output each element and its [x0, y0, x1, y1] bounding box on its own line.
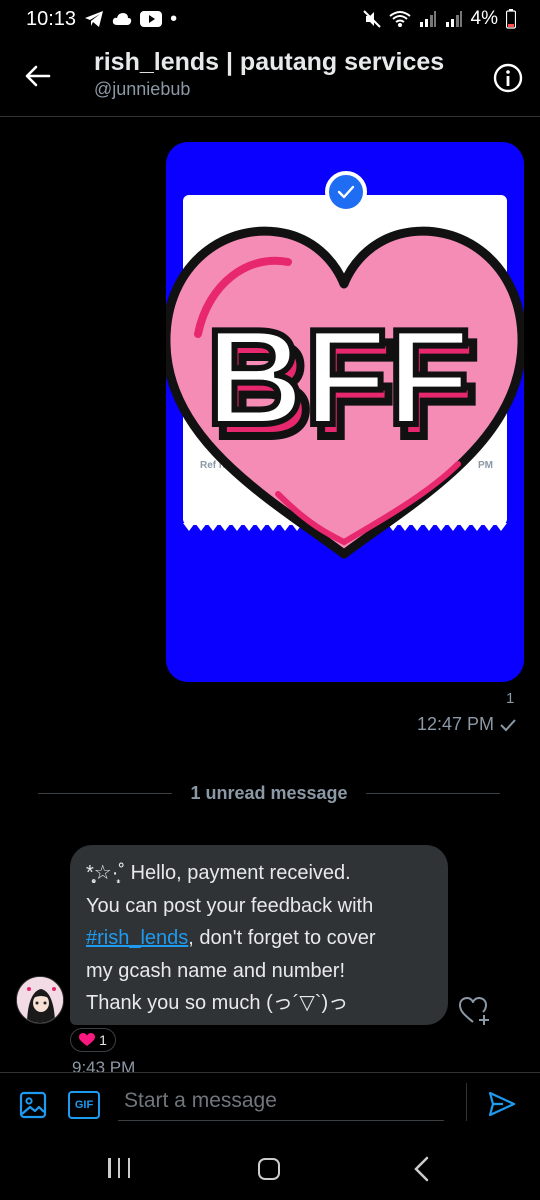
unread-line-left [38, 792, 173, 794]
status-right: 4% [362, 8, 516, 30]
composer-separator [466, 1083, 467, 1121]
unread-label: 1 unread message [190, 782, 348, 803]
conversation-title: rish_lends | pautang services [94, 48, 445, 76]
recents-bar-2 [117, 1158, 121, 1178]
read-count: 1 [506, 690, 515, 707]
status-dot: • [170, 7, 178, 30]
header-divider [0, 116, 540, 117]
home-button[interactable] [258, 1158, 280, 1180]
checkmark-icon [500, 718, 516, 731]
image-icon [19, 1091, 47, 1119]
image-message[interactable]: Ref No. PM BFF BFF [166, 142, 524, 682]
info-icon [493, 63, 523, 93]
back-button[interactable] [22, 60, 54, 92]
status-left: 10:13 • [26, 8, 177, 31]
conversation-header: rish_lends | pautang services @junniebub [0, 38, 540, 116]
bff-heart-sticker: BFF BFF [166, 226, 524, 559]
sticker-text: BFF [206, 301, 470, 453]
sent-message-time: 12:47 PM [417, 714, 516, 735]
heart-add-icon [459, 997, 489, 1025]
hashtag-link[interactable]: #rish_lends [86, 927, 188, 949]
battery-icon [506, 9, 516, 29]
message-input[interactable] [118, 1081, 444, 1121]
add-reaction-button[interactable] [458, 996, 492, 1026]
youtube-icon [140, 11, 163, 27]
message-line-2: You can post your feedback with [86, 894, 374, 917]
avatar-image [17, 977, 63, 1023]
android-nav-bar [0, 1140, 540, 1200]
wifi-icon [388, 10, 411, 28]
reaction-count: 1 [99, 1032, 107, 1048]
status-time: 10:13 [26, 7, 77, 30]
recents-bar-3 [127, 1158, 130, 1178]
chevron-left-icon [414, 1156, 429, 1182]
gif-button[interactable]: GIF [68, 1091, 100, 1119]
send-icon [488, 1091, 516, 1117]
unread-line-right [365, 792, 501, 794]
add-media-button[interactable] [18, 1090, 48, 1120]
message-composer: GIF [0, 1073, 540, 1131]
message-line-1: *̥͙☆·̩͙˚ Hello, payment received. [86, 862, 351, 884]
system-back-button[interactable] [412, 1156, 432, 1182]
telegram-icon [84, 10, 104, 28]
message-line-3: #rish_lends, don't forget to cover [86, 922, 432, 955]
red-heart-icon [79, 1033, 96, 1046]
signal-icon-1 [419, 10, 437, 28]
avatar[interactable] [16, 976, 64, 1024]
status-bar: 10:13 • 4% [0, 0, 540, 38]
message-line-5: Thank you so much (っ´▽`)っ [86, 992, 349, 1014]
arrow-left-icon [25, 65, 51, 87]
header-titles[interactable]: rish_lends | pautang services @junniebub [94, 48, 479, 100]
received-message-bubble[interactable]: *̥͙☆·̩͙˚ Hello, payment received. You ca… [70, 845, 448, 1025]
battery-percent: 4% [470, 8, 498, 29]
cloud-icon [112, 12, 132, 26]
info-button[interactable] [492, 62, 524, 94]
recents-button[interactable] [108, 1158, 130, 1180]
unread-divider: 1 unread message [38, 780, 501, 806]
message-line-3-rest: , don't forget to cover [188, 927, 376, 949]
send-button[interactable] [487, 1089, 519, 1121]
sent-time-text: 12:47 PM [416, 714, 494, 734]
message-line-4: my gcash name and number! [86, 959, 346, 982]
received-message-time: 9:43 PM [72, 1058, 136, 1072]
recents-bar-1 [108, 1158, 111, 1178]
conversation-handle: @junniebub [94, 79, 191, 99]
reaction-badge[interactable]: 1 [70, 1028, 116, 1052]
signal-icon-2 [445, 10, 463, 28]
mute-icon [362, 10, 381, 28]
